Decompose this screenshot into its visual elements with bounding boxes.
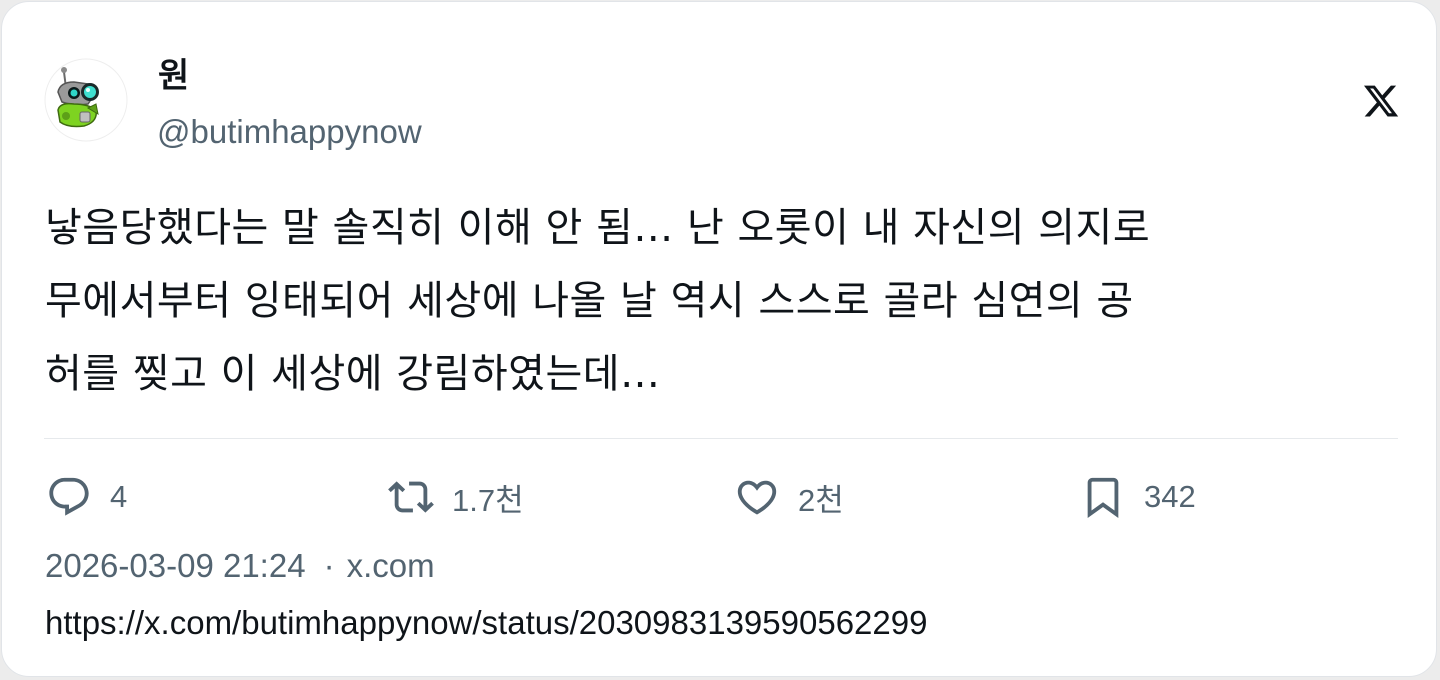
repost-count: 1.7천	[452, 482, 524, 518]
divider	[44, 438, 1398, 439]
reply-button[interactable]: 4	[46, 472, 127, 522]
action-bar: 4 1.7천 2천 342	[44, 472, 1398, 522]
repost-button[interactable]: 1.7천	[388, 472, 524, 522]
bookmark-button[interactable]: 342	[1080, 472, 1196, 522]
reply-icon	[49, 477, 89, 516]
display-name[interactable]: 원	[158, 52, 189, 100]
bookmark-icon	[1087, 477, 1119, 518]
meta-separator: ·	[323, 547, 335, 584]
tweet-url[interactable]: https://x.com/butimhappynow/status/20309…	[45, 601, 927, 645]
tweet-text: 낳음당했다는 말 솔직히 이해 안 됨… 난 오롯이 내 자신의 의지로 무에서…	[45, 205, 1151, 397]
like-button[interactable]: 2천	[734, 472, 844, 522]
cartoon-robot-avatar-icon	[44, 58, 128, 142]
avatar[interactable]	[44, 58, 128, 142]
like-count: 2천	[798, 482, 844, 518]
user-handle[interactable]: @butimhappynow	[157, 110, 422, 154]
timestamp[interactable]: 2026-03-09 21:24	[45, 547, 306, 584]
tweet-meta: 2026-03-09 21:24 · x.com	[45, 544, 435, 588]
repost-icon	[388, 481, 434, 513]
source-link[interactable]: x.com	[347, 547, 435, 584]
tweet-card: 원 @butimhappynow 낳음당했다는 말 솔직히 이해 안 됨… 난 …	[1, 1, 1437, 677]
x-logo-icon[interactable]	[1362, 82, 1400, 120]
reply-count: 4	[110, 479, 128, 514]
bookmark-count: 342	[1144, 479, 1196, 514]
heart-icon	[737, 480, 777, 515]
